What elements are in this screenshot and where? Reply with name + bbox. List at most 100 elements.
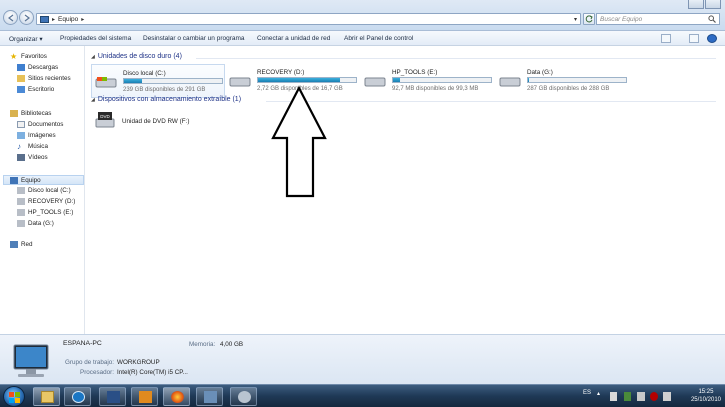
hard-drive-icon (17, 187, 25, 194)
nav-item-drive-e[interactable]: HP_TOOLS (E:) (17, 209, 73, 216)
downloads-icon (17, 64, 25, 71)
taskbar-app-check[interactable] (99, 387, 126, 406)
nav-item-recent-places[interactable]: Sitios recientes (17, 75, 71, 82)
taskbar-app-tools[interactable] (230, 387, 257, 406)
drive-free-space: 2,72 GB disponibles de 16,7 GB (257, 86, 343, 92)
search-box[interactable]: Buscar Equipo (596, 13, 720, 25)
nav-item-desktop[interactable]: Escritorio (17, 86, 54, 93)
windows-drive-icon (95, 77, 117, 88)
nav-item-label: RECOVERY (D:) (28, 198, 76, 205)
command-bar: Organizar ▾ Propiedades del sistema Desi… (0, 31, 725, 46)
desktop-icon (17, 86, 25, 93)
music-icon: ♪ (17, 142, 21, 151)
checkmark-icon (107, 391, 120, 403)
taskbar-firefox[interactable] (163, 387, 190, 406)
nav-item-documents[interactable]: Documentos (17, 121, 63, 128)
maximize-button[interactable] (705, 0, 721, 9)
nav-item-label: Vídeos (28, 154, 48, 161)
drive-usage-bar (527, 77, 627, 83)
change-view-icon[interactable] (661, 34, 671, 43)
nav-item-drive-g[interactable]: Data (G:) (17, 220, 54, 227)
nav-favorites[interactable]: ★ Favoritos (10, 52, 47, 61)
drive-usage-fill (258, 78, 341, 82)
nav-item-drive-c[interactable]: Disco local (C:) (17, 187, 71, 194)
open-control-panel-button[interactable]: Abrir el Panel de control (344, 35, 413, 42)
back-button[interactable] (3, 10, 18, 25)
nav-libraries[interactable]: Bibliotecas (10, 110, 51, 117)
tray-app-icon[interactable] (610, 392, 617, 401)
breadcrumb-separator-icon: ▸ (52, 16, 56, 23)
hard-drive-icon (17, 220, 25, 227)
taskbar-explorer[interactable] (33, 387, 60, 406)
group-header-removable[interactable]: ◢ Dispositivos con almacenamiento extraí… (91, 96, 241, 103)
nav-libraries-label: Bibliotecas (21, 110, 52, 117)
nav-item-label: Música (28, 143, 48, 150)
volume-icon[interactable] (663, 392, 671, 401)
uninstall-program-button[interactable]: Desinstalar o cambiar un programa (143, 35, 245, 42)
taskbar-app-window[interactable] (196, 387, 223, 406)
drive-name: RECOVERY (D:) (257, 69, 305, 76)
hard-drive-icon (17, 209, 25, 216)
tray-expand-icon[interactable]: ▴ (597, 390, 600, 397)
language-indicator[interactable]: ES (583, 390, 591, 396)
back-arrow-icon (8, 14, 14, 22)
organize-menu[interactable]: Organizar ▾ (9, 35, 43, 43)
minimize-button[interactable] (688, 0, 704, 9)
breadcrumb-equipo[interactable]: Equipo (58, 16, 78, 23)
dvd-logo-text: DVD (100, 114, 110, 119)
network-status-icon[interactable] (624, 392, 631, 401)
dvd-drive-tile[interactable]: DVD Unidad de DVD RW (F:) (91, 108, 221, 132)
help-icon[interactable] (707, 34, 717, 43)
flag-icon[interactable] (637, 392, 645, 401)
nav-item-downloads[interactable]: Descargas (17, 64, 58, 71)
drive-tile-d[interactable]: RECOVERY (D:) 2,72 GB disponibles de 16,… (226, 64, 360, 98)
drive-tile-e[interactable]: HP_TOOLS (E:) 92,7 MB disponibles de 99,… (361, 64, 495, 98)
drive-name: Disco local (C:) (123, 70, 166, 77)
memory-label: Memoria: (189, 341, 216, 348)
address-dropdown-icon[interactable]: ▾ (574, 16, 577, 23)
forward-button[interactable] (19, 10, 34, 25)
drive-tile-c[interactable]: Disco local (C:) 239 GB disponibles de 2… (91, 64, 225, 98)
hard-drive-icon (17, 198, 25, 205)
system-properties-button[interactable]: Propiedades del sistema (60, 35, 131, 42)
group-divider (196, 58, 716, 59)
window-icon (204, 391, 217, 403)
taskbar-media-player[interactable] (131, 387, 158, 406)
nav-computer-label: Equipo (21, 176, 41, 184)
taskbar-hp[interactable] (64, 387, 91, 406)
nav-item-music[interactable]: ♪ Música (17, 142, 48, 151)
hp-logo-icon (72, 391, 85, 403)
nav-favorites-label: Favoritos (21, 53, 47, 60)
nav-item-drive-d[interactable]: RECOVERY (D:) (17, 198, 75, 205)
nav-network[interactable]: Red (10, 241, 33, 248)
start-button[interactable] (3, 386, 25, 407)
nav-item-label: Imágenes (28, 132, 56, 139)
nav-item-label: Documentos (28, 121, 64, 128)
collapse-caret-icon[interactable]: ◢ (91, 54, 95, 60)
breadcrumb-separator-icon[interactable]: ▸ (81, 16, 84, 23)
preview-pane-icon[interactable] (689, 34, 699, 43)
pc-name: ESPANA-PC (63, 340, 102, 347)
nav-computer[interactable]: Equipo (3, 175, 84, 185)
nav-item-label: Descargas (28, 64, 59, 71)
drive-name: Unidad de DVD RW (F:) (122, 118, 190, 125)
nav-item-label: Escritorio (28, 86, 55, 93)
map-network-drive-button[interactable]: Conectar a unidad de red (257, 35, 330, 42)
drive-free-space: 287 GB disponibles de 288 GB (527, 86, 610, 92)
collapse-caret-icon[interactable]: ◢ (91, 97, 95, 103)
search-icon[interactable] (708, 15, 716, 23)
content-pane: ◢ Unidades de disco duro (4) Disco local… (86, 46, 725, 334)
nav-item-pictures[interactable]: Imágenes (17, 132, 56, 139)
group-header-hard-drives[interactable]: ◢ Unidades de disco duro (4) (91, 53, 182, 60)
security-icon[interactable] (650, 392, 658, 401)
libraries-icon (10, 110, 18, 117)
drive-tile-g[interactable]: Data (G:) 287 GB disponibles de 288 GB (496, 64, 630, 98)
address-field[interactable]: ▸ Equipo ▸ ▾ (36, 13, 581, 25)
refresh-button[interactable] (583, 13, 595, 25)
clock[interactable]: 15:25 25/10/2010 (691, 388, 721, 404)
nav-item-videos[interactable]: Vídeos (17, 154, 48, 161)
drive-usage-fill (528, 78, 529, 82)
drive-usage-fill (124, 79, 142, 83)
drive-usage-bar (123, 78, 223, 84)
star-icon: ★ (10, 52, 18, 61)
